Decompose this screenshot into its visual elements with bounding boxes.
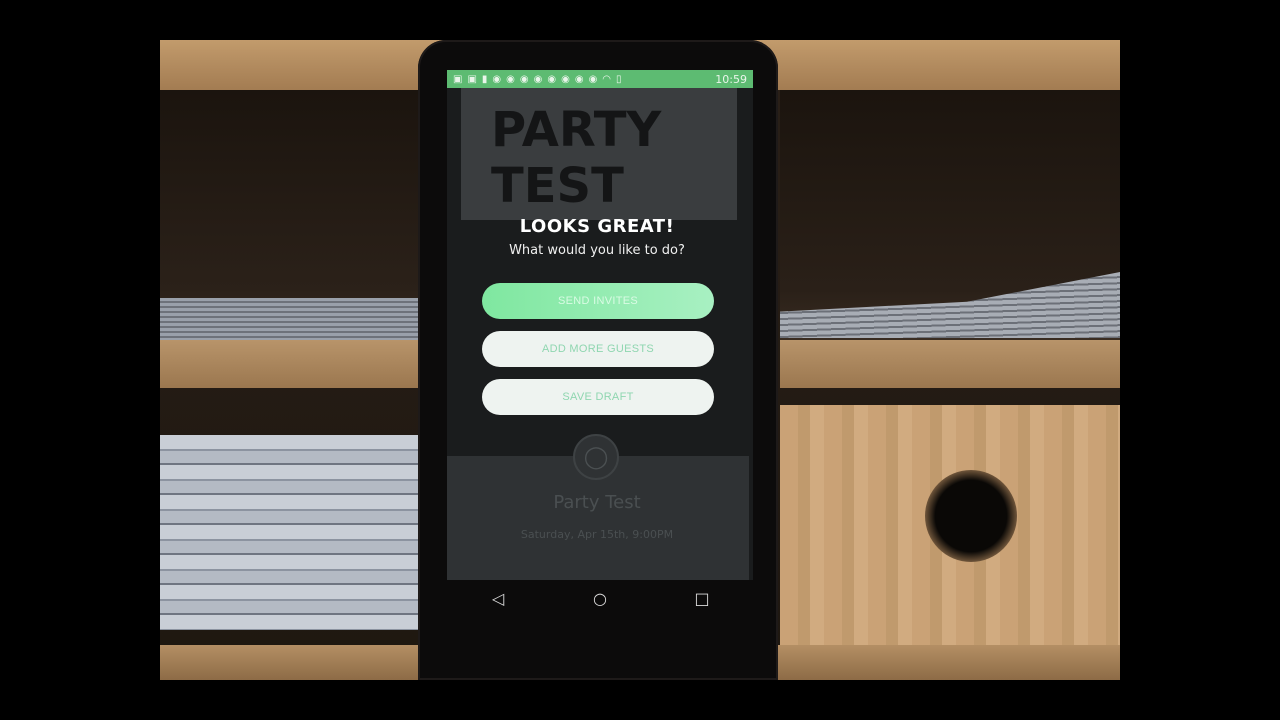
notification-icon: ◉ (561, 73, 570, 85)
notification-icon: ◉ (492, 73, 502, 85)
notification-icon: ◉ (506, 73, 515, 85)
avatar-icon: ◯ (573, 434, 619, 480)
paper-stack-left-lower (160, 435, 420, 630)
shelf-middle-left (160, 340, 420, 388)
event-date: Saturday, Apr 15th, 9:00PM (520, 528, 674, 541)
home-icon[interactable]: ○ (580, 583, 620, 613)
invitation-preview: PARTY TEST (461, 88, 737, 220)
notification-icon: ◉ (574, 73, 584, 85)
notification-icon: ▮ (481, 73, 488, 85)
add-more-guests-button[interactable]: ADD MORE GUESTS (482, 331, 714, 367)
notification-icons: ▣ ▣ ▮ ◉ ◉ ◉ ◉ ◉ ◉ ◉ ◉ ◠ ▯ (453, 74, 622, 85)
notification-icon: ◉ (588, 73, 598, 85)
dialog-subtitle: What would you like to do? (509, 243, 685, 258)
shelf-middle-right (780, 340, 1120, 388)
battery-icon: ▯ (616, 73, 622, 85)
paper-stack-left-upper (160, 298, 420, 340)
event-name: Party Test (553, 492, 641, 513)
phone-screen: ▣ ▣ ▮ ◉ ◉ ◉ ◉ ◉ ◉ ◉ ◉ ◠ ▯ 10:59 PARTY TE… (447, 70, 753, 580)
notification-icon: ◉ (533, 73, 543, 85)
notification-icon: ▣ (453, 73, 463, 85)
invitation-title: PARTY TEST (491, 102, 662, 214)
status-time: 10:59 (715, 72, 747, 86)
drawer-handle-hole (925, 470, 1017, 562)
dialog-title: LOOKS GREAT! (519, 216, 675, 237)
notification-icon: ◉ (547, 73, 557, 85)
notification-icon: ▣ (467, 73, 477, 85)
save-draft-button[interactable]: SAVE DRAFT (482, 379, 714, 415)
recents-icon[interactable]: □ (682, 583, 722, 613)
status-bar: ▣ ▣ ▮ ◉ ◉ ◉ ◉ ◉ ◉ ◉ ◉ ◠ ▯ 10:59 (447, 70, 753, 88)
wifi-icon: ◠ (602, 73, 612, 85)
android-nav-bar: ◁ ○ □ (447, 580, 753, 616)
notification-icon: ◉ (519, 73, 529, 85)
back-icon[interactable]: ◁ (478, 583, 518, 613)
send-invites-button[interactable]: SEND INVITES (482, 283, 714, 319)
